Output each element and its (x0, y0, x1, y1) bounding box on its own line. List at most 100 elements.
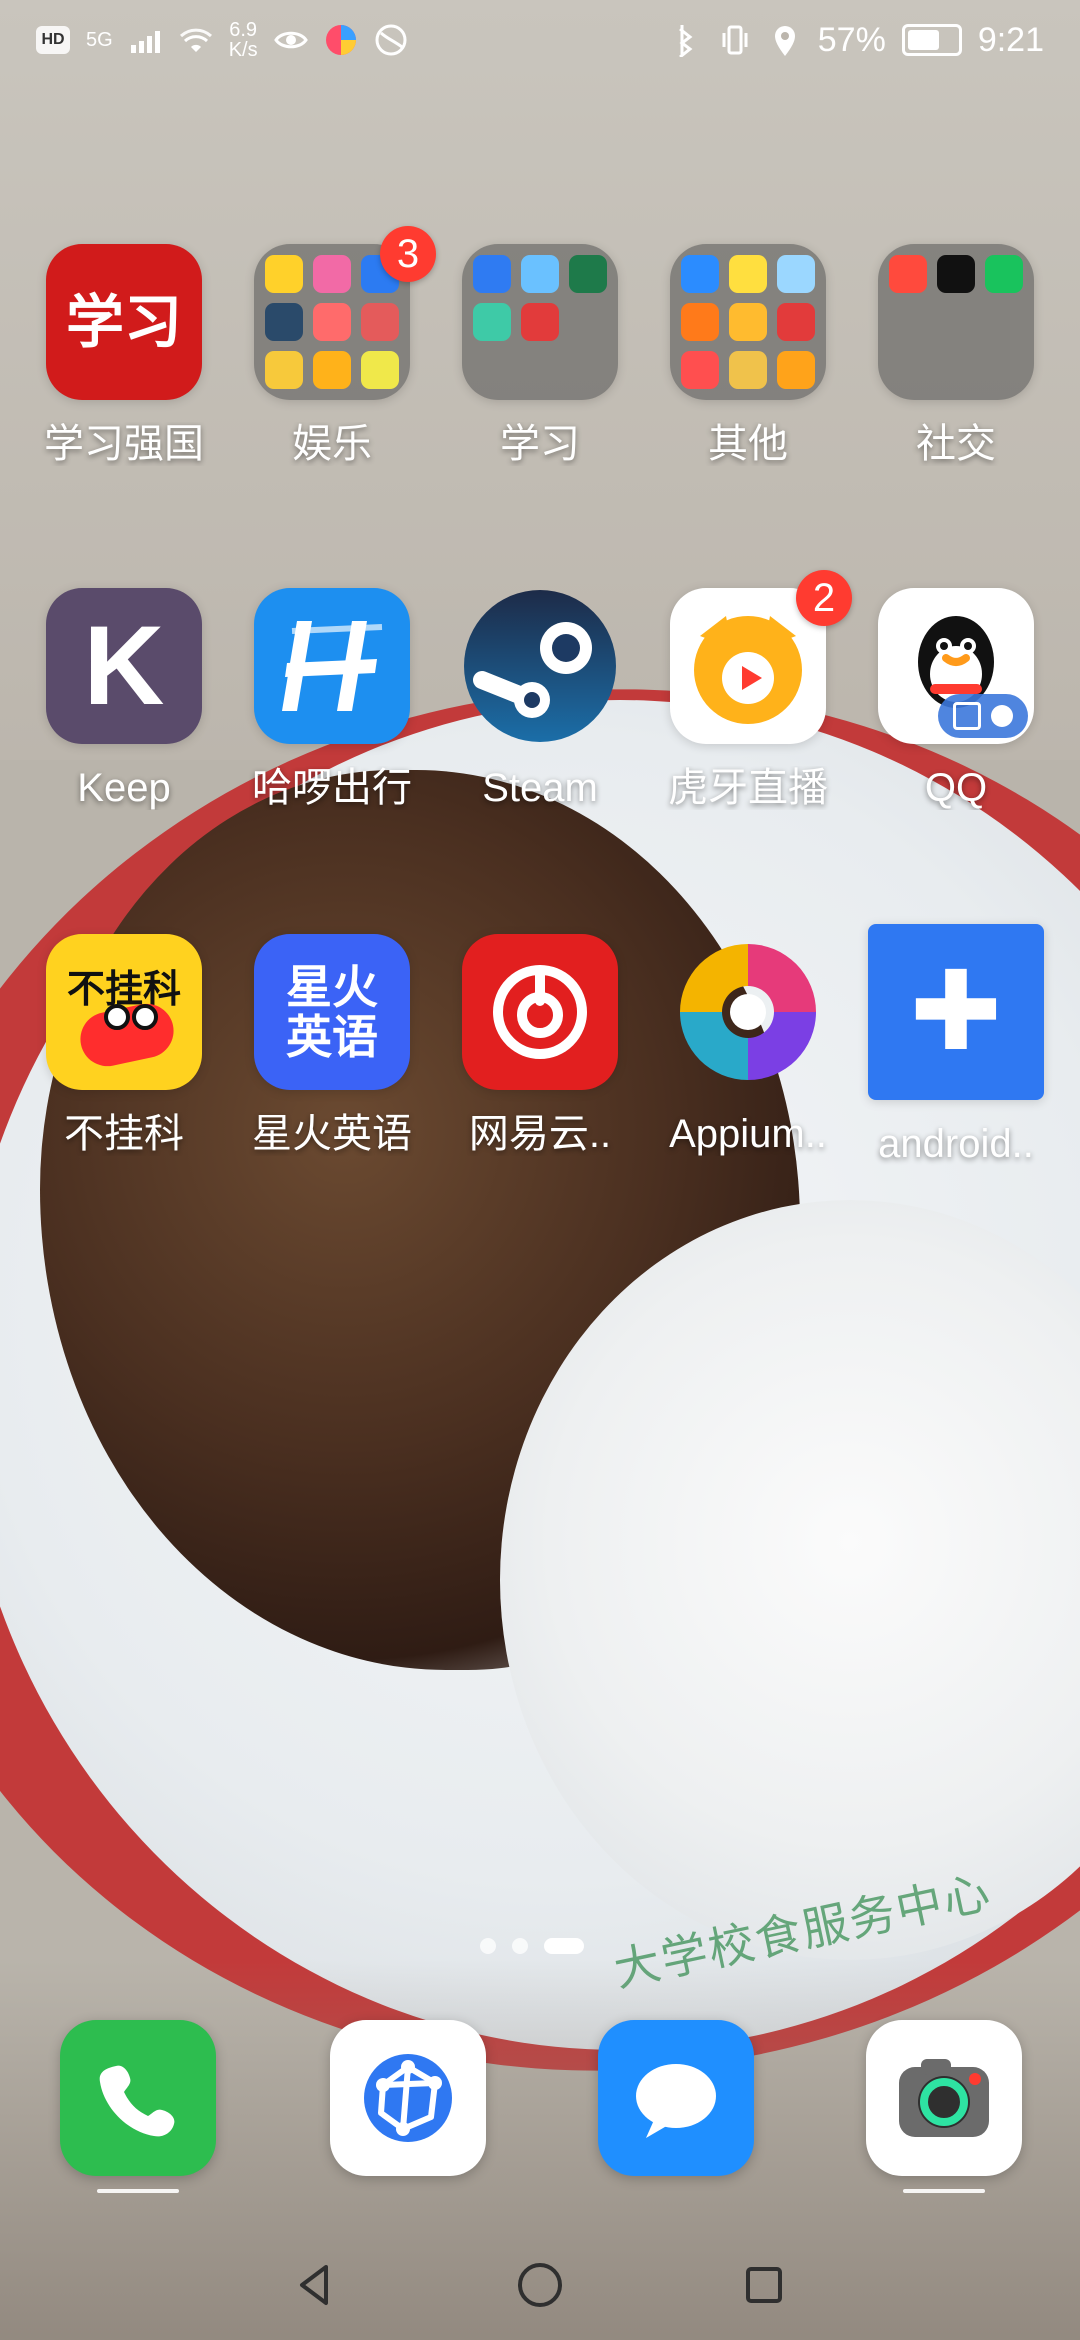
app-label: 娱乐 (292, 422, 372, 466)
mini-app-icon (729, 351, 767, 389)
status-bar: HD 5G 6.9 K/s 57% 9:21 (0, 0, 1080, 80)
phone-icon (99, 2065, 175, 2137)
app-qq[interactable]: QQ (866, 588, 1046, 810)
mini-app-icon (265, 255, 303, 293)
page-dot-3[interactable] (544, 1938, 584, 1954)
copy-icon (953, 702, 981, 730)
messages-button[interactable] (598, 2020, 754, 2176)
app-label: 虎牙直播 (668, 766, 828, 810)
folder-social[interactable]: 社交 (866, 244, 1046, 466)
mini-app-icon (889, 255, 927, 293)
color-app-icon (324, 23, 358, 57)
mini-app-icon (777, 351, 815, 389)
back-button[interactable] (284, 2253, 348, 2317)
wifi-icon (179, 23, 213, 57)
home-button[interactable] (508, 2253, 572, 2317)
mini-app-icon (313, 255, 351, 293)
signal-bars-icon (129, 23, 163, 57)
mini-empty-slot (569, 303, 607, 341)
app-hello[interactable]: 哈啰出行 (242, 588, 422, 810)
folder-icon (670, 244, 826, 400)
mini-app-icon (265, 303, 303, 341)
signal-label: 5G (86, 29, 113, 51)
page-dot-1[interactable] (480, 1938, 496, 1954)
app-steam[interactable]: Steam (450, 588, 630, 810)
eye-icon (273, 23, 308, 57)
mini-app-icon (681, 351, 719, 389)
app-label: Steam (482, 766, 598, 810)
steam-logo (464, 590, 616, 742)
battery-percent: 57% (817, 20, 886, 59)
app-buguake[interactable]: 不挂科 不挂科 (34, 934, 214, 1156)
app-huya[interactable]: 2 虎牙直播 (658, 570, 852, 810)
mini-app-icon (521, 255, 559, 293)
folder-other[interactable]: 其他 (658, 244, 838, 466)
app-label: 学习强国 (44, 422, 204, 466)
phone-button[interactable] (60, 2020, 216, 2176)
mini-empty-slot (937, 303, 975, 341)
app-netease-music[interactable]: 网易云.. (450, 934, 630, 1156)
battery (901, 24, 962, 56)
folder-mini-grid (889, 255, 1023, 389)
hd-indicator: HD (36, 26, 70, 54)
mini-app-icon (681, 255, 719, 293)
keep-glyph: K (83, 603, 165, 728)
recents-icon (746, 2267, 782, 2303)
recents-button[interactable] (732, 2253, 796, 2317)
hello-icon (254, 588, 410, 744)
mini-app-icon (937, 255, 975, 293)
mini-app-icon (729, 255, 767, 293)
mini-app-icon (777, 255, 815, 293)
battery-level (907, 30, 939, 50)
app-keep[interactable]: K Keep (34, 588, 214, 810)
mini-app-icon (681, 303, 719, 341)
hello-logo (282, 621, 383, 711)
app-label: android.. (878, 1122, 1034, 1166)
steam-icon (462, 588, 618, 744)
app-label: 其他 (708, 422, 788, 466)
camera-button[interactable] (866, 2020, 1022, 2176)
dock (0, 2020, 1080, 2210)
page-dot-2[interactable] (512, 1938, 528, 1954)
app-label: 社交 (916, 422, 996, 466)
notification-badge: 3 (380, 226, 436, 282)
mini-empty-slot (985, 303, 1023, 341)
status-left: HD 5G 6.9 K/s (36, 20, 408, 60)
folder-icon (878, 244, 1034, 400)
folder-entertainment[interactable]: 3 娱乐 (242, 226, 436, 466)
browser-button[interactable] (330, 2020, 486, 2176)
mini-empty-slot (569, 351, 607, 389)
app-xinghuo[interactable]: 星火 英语 星火英语 (242, 934, 422, 1156)
message-icon (636, 2064, 716, 2138)
mini-app-icon (313, 303, 351, 341)
app-label: 哈啰出行 (252, 766, 412, 810)
bluetooth-icon (668, 23, 702, 57)
page-indicator[interactable] (480, 1938, 584, 1954)
mini-empty-slot (889, 351, 927, 389)
app-label: Keep (77, 766, 171, 810)
appium-icon (670, 934, 826, 1090)
notification-badge: 2 (796, 570, 852, 626)
home-icon (518, 2263, 562, 2307)
puzzle-glyph: ✚ (909, 950, 1003, 1073)
camera-icon (899, 2059, 989, 2137)
folder-mini-grid (473, 255, 607, 389)
app-label: 不挂科 (64, 1112, 184, 1156)
mini-empty-slot (521, 351, 559, 389)
buguake-eye-left (104, 1004, 130, 1030)
mini-empty-slot (937, 351, 975, 389)
folder-study[interactable]: 学习 (450, 244, 630, 466)
vibrate-icon (718, 23, 752, 57)
folder-icon (462, 244, 618, 400)
app-android[interactable]: ✚ android.. (866, 924, 1046, 1166)
mini-app-icon (473, 303, 511, 341)
back-icon (300, 2265, 328, 2305)
xuexi-glyph: 学习 (65, 288, 182, 356)
android-puzzle-icon: ✚ (868, 924, 1044, 1100)
app-xuexi-qiangguo[interactable]: 学习 学习强国 (34, 244, 214, 466)
mini-app-icon (569, 255, 607, 293)
qq-dual-app-badge (938, 694, 1028, 738)
mini-app-icon (265, 351, 303, 389)
battery-icon (901, 24, 962, 56)
app-appium[interactable]: Appium.. (658, 934, 838, 1156)
